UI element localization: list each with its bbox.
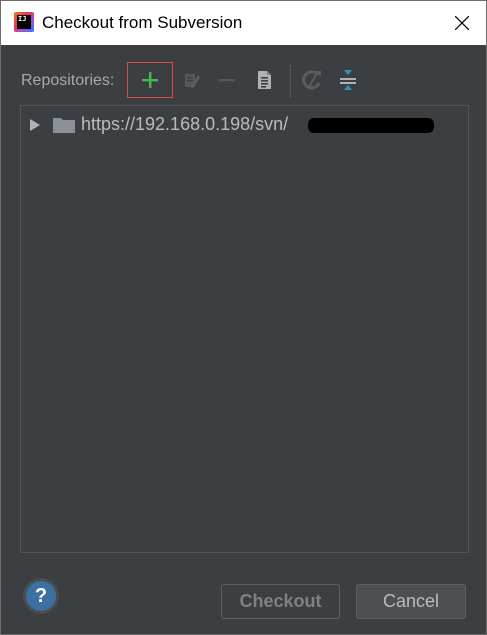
repositories-label: Repositories: xyxy=(21,72,115,89)
collapse-icon xyxy=(340,70,356,90)
checkout-button[interactable]: Checkout xyxy=(221,584,340,619)
cancel-button[interactable]: Cancel xyxy=(356,584,466,619)
help-button[interactable]: ? xyxy=(23,578,59,614)
remove-repository-button[interactable] xyxy=(212,63,242,97)
edit-repository-button[interactable] xyxy=(176,63,206,97)
close-button[interactable] xyxy=(447,9,477,37)
minus-icon xyxy=(219,79,235,82)
checkout-dialog: IJ Checkout from Subversion Repositories… xyxy=(0,0,487,635)
toolbar-separator xyxy=(290,65,291,97)
repository-url: https://192.168.0.198/svn/ xyxy=(81,114,289,134)
close-icon xyxy=(455,16,469,30)
window-title: Checkout from Subversion xyxy=(42,13,243,32)
refresh-icon xyxy=(302,70,321,90)
edit-icon xyxy=(185,74,200,88)
intellij-app-icon: IJ xyxy=(14,12,34,32)
refresh-button[interactable] xyxy=(297,63,327,97)
app-icon-glyph: IJ xyxy=(17,15,31,29)
expand-arrow-icon[interactable] xyxy=(29,118,41,132)
repository-tree[interactable]: https://192.168.0.198/svn/ xyxy=(20,105,469,553)
browse-repository-button[interactable] xyxy=(249,63,279,97)
redacted-text xyxy=(308,118,434,133)
help-icon: ? xyxy=(34,584,48,607)
title-bar: IJ Checkout from Subversion xyxy=(1,1,486,45)
plus-icon xyxy=(142,72,158,88)
document-icon xyxy=(258,71,271,89)
add-repository-button[interactable] xyxy=(127,62,173,98)
collapse-all-button[interactable] xyxy=(333,63,363,97)
folder-icon xyxy=(53,118,75,133)
repository-row[interactable]: https://192.168.0.198/svn/ xyxy=(21,112,468,136)
